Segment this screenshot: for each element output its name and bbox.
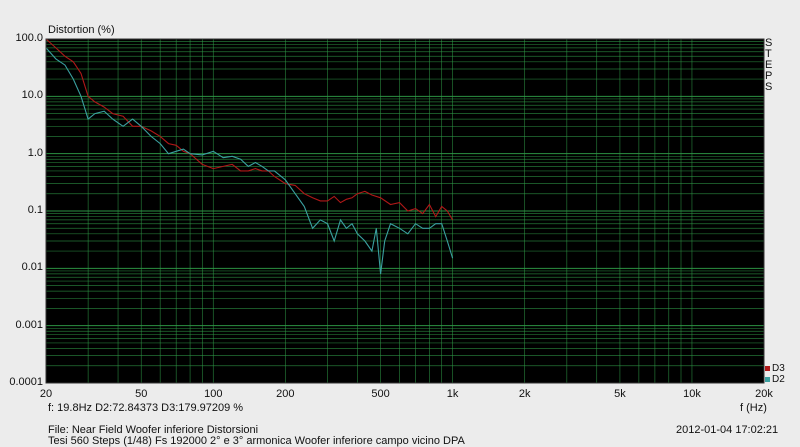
x-tick-label: 2k (518, 388, 531, 400)
x-axis-label: f (Hz) (740, 402, 767, 414)
info-line: Tesi 560 Steps (1/48) Fs 192000 2° e 3° … (48, 435, 465, 447)
legend-d3: D3 (765, 363, 785, 374)
y-tick-label: 0.01 (21, 261, 43, 274)
y-tick-label: 1.0 (27, 146, 43, 159)
legend-d3-swatch (765, 366, 770, 371)
y-tick-label: 0.0001 (9, 376, 43, 388)
x-tick-label: 200 (276, 388, 295, 400)
x-tick-label: 1k (446, 388, 459, 400)
legend-d2: D2 (765, 374, 785, 385)
x-tick-label: 50 (135, 388, 148, 400)
distortion-chart (45, 38, 765, 384)
legend-d2-swatch (765, 377, 770, 382)
side-letter: S (765, 81, 773, 93)
legend-d2-label: D2 (772, 374, 785, 385)
y-axis-label: Distortion (%) (48, 24, 115, 36)
y-tick-label: 0.001 (15, 318, 43, 331)
x-tick-label: 20k (755, 388, 773, 400)
x-tick-label: 5k (614, 388, 626, 400)
steps-side-label: STEPS (765, 38, 775, 93)
x-tick-label: 100 (204, 388, 223, 400)
cursor-readout: f: 19.8Hz D2:72.84373 D3:179.97209 % (48, 402, 244, 414)
timestamp: 2012-01-04 17:02:21 (676, 424, 779, 436)
x-tick-label: 10k (683, 388, 701, 400)
y-tick-label: 10.0 (21, 89, 43, 102)
x-tick-label: 500 (371, 388, 390, 400)
y-tick-label: 0.1 (27, 204, 43, 216)
legend-d3-label: D3 (772, 363, 785, 374)
x-tick-label: 20 (39, 388, 53, 400)
y-tick-label: 100.0 (15, 32, 43, 44)
